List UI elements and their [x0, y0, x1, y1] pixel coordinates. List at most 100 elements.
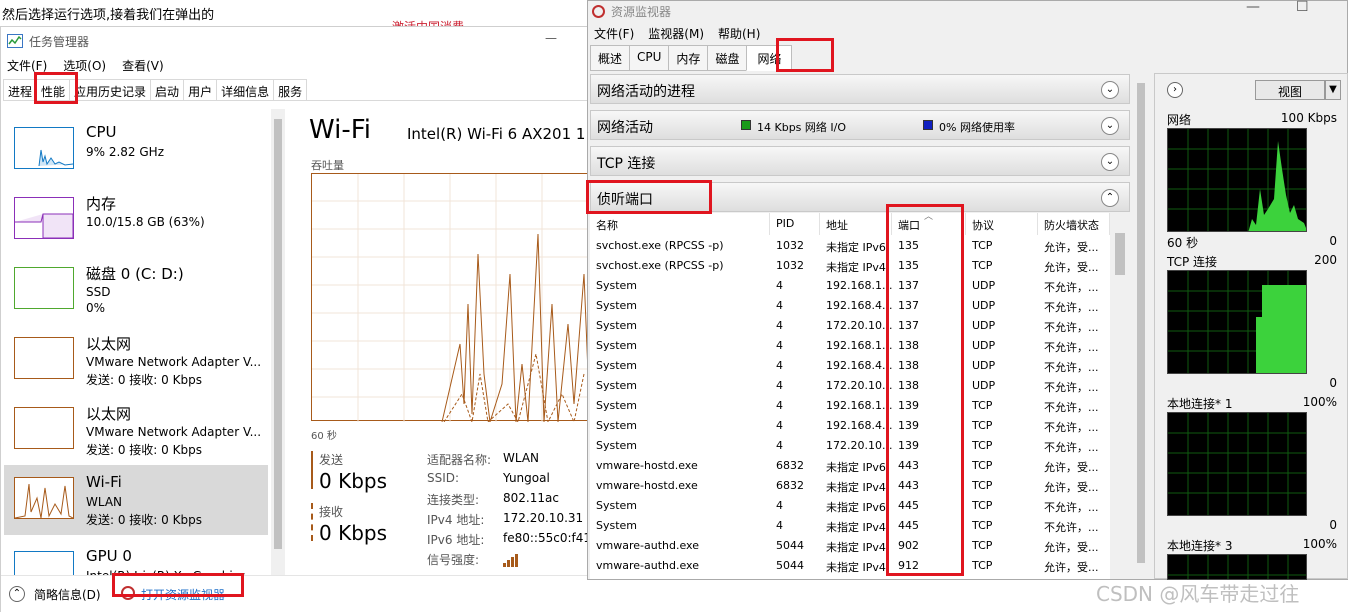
open-resource-monitor-link[interactable]: 打开资源监视器: [141, 586, 225, 603]
section-network-processes[interactable]: 网络活动的进程 ⌄: [590, 74, 1130, 104]
tab-memory[interactable]: 内存: [668, 45, 709, 71]
column-header-protocol[interactable]: 协议: [966, 213, 1038, 235]
graph-title: 本地连接* 3: [1167, 539, 1233, 553]
scrollbar-thumb[interactable]: [274, 119, 282, 549]
cell-address: 172.20.10...: [826, 319, 892, 332]
menu-monitor[interactable]: 监视器(M): [648, 25, 704, 42]
perf-item-name: GPU 0: [86, 547, 132, 565]
minimize-button[interactable]: —: [1246, 0, 1260, 15]
menu-options[interactable]: 选项(O): [63, 57, 106, 74]
tab-cpu[interactable]: CPU: [629, 45, 670, 71]
signal-strength-icon: [503, 554, 518, 567]
chevron-down-icon[interactable]: ⌄: [1101, 153, 1119, 171]
view-button[interactable]: 视图: [1255, 80, 1325, 100]
menu-file[interactable]: 文件(F): [594, 25, 634, 42]
sidebar-scrollbar[interactable]: [271, 109, 285, 589]
perf-item-cpu[interactable]: CPU 9% 2.82 GHz: [4, 115, 268, 181]
cell-address: 未指定 IPv4: [826, 541, 886, 554]
io-legend-swatch: [741, 120, 751, 130]
table-row[interactable]: System 4 192.168.4... 139 TCP 不允许，...: [590, 416, 1110, 436]
graph-panel: › 视图 ▼ 网络 100 Kbps 60 秒 0 TCP 连接 200 0 本…: [1154, 73, 1348, 580]
table-row[interactable]: svchost.exe (RPCSS -p) 1032 未指定 IPv6 135 TCP…: [590, 236, 1110, 256]
tab-details[interactable]: 详细信息: [216, 79, 275, 100]
chevron-down-icon[interactable]: ⌄: [1101, 117, 1119, 135]
tab-disk[interactable]: 磁盘: [707, 45, 748, 71]
tab-users[interactable]: 用户: [183, 79, 218, 100]
cell-protocol: TCP: [972, 459, 993, 472]
cell-address: 未指定 IPv6: [826, 501, 886, 514]
cpu-thumbnail: [14, 127, 74, 169]
table-row[interactable]: System 4 未指定 IPv4 445 TCP 不允许，...: [590, 516, 1110, 536]
table-row[interactable]: svchost.exe (RPCSS -p) 1032 未指定 IPv4 135 TCP…: [590, 256, 1110, 276]
table-row[interactable]: System 4 172.20.10... 137 UDP 不允许，...: [590, 316, 1110, 336]
tab-network[interactable]: 网络: [746, 45, 793, 71]
table-row[interactable]: System 4 未指定 IPv6 445 TCP 不允许，...: [590, 496, 1110, 516]
table-row[interactable]: vmware-authd.exe 5044 未指定 IPv4 912 TCP 允许，受..…: [590, 556, 1110, 576]
minimize-button[interactable]: —: [545, 31, 557, 45]
cell-firewall: 允许，受...: [1044, 261, 1099, 274]
maximize-button[interactable]: ☐: [1296, 0, 1309, 15]
chevron-up-icon[interactable]: ⌃: [9, 586, 25, 602]
column-header-pid[interactable]: PID: [770, 213, 820, 235]
menu-help[interactable]: 帮助(H): [718, 25, 760, 42]
menu-file[interactable]: 文件(F): [7, 57, 47, 74]
chevron-down-icon[interactable]: ⌄: [1101, 81, 1119, 99]
column-header-name[interactable]: 名称: [590, 213, 770, 235]
cell-pid: 4: [776, 319, 783, 332]
menu-view[interactable]: 查看(V): [122, 57, 164, 74]
tab-services[interactable]: 服务: [273, 79, 308, 100]
column-header-address[interactable]: 地址: [820, 213, 892, 235]
task-manager-titlebar: 任务管理器: [7, 31, 89, 51]
graph-min: 0: [1329, 376, 1337, 390]
graph-min: 0: [1329, 518, 1337, 532]
scrollbar-thumb[interactable]: [1115, 233, 1125, 275]
cell-name: System: [596, 339, 638, 352]
table-row[interactable]: System 4 192.168.4... 137 UDP 不允许，...: [590, 296, 1110, 316]
cell-address: 192.168.4...: [826, 359, 892, 372]
main-scrollbar[interactable]: [1134, 73, 1148, 579]
perf-item-disk[interactable]: 磁盘 0 (C: D:) SSD 0%: [4, 255, 268, 321]
chevron-up-icon[interactable]: ⌃: [1101, 189, 1119, 207]
table-row[interactable]: System 4 192.168.1... 139 TCP 不允许，...: [590, 396, 1110, 416]
send-indicator: [311, 451, 313, 489]
table-row[interactable]: System 4 192.168.1... 137 UDP 不允许，...: [590, 276, 1110, 296]
tab-startup[interactable]: 启动: [150, 79, 185, 100]
chevron-right-icon[interactable]: ›: [1167, 82, 1183, 98]
perf-item-wifi[interactable]: Wi-Fi WLAN 发送: 0 接收: 0 Kbps: [4, 465, 268, 535]
column-header-firewall[interactable]: 防火墙状态: [1038, 213, 1110, 235]
cell-address: 未指定 IPv6: [826, 461, 886, 474]
resource-monitor-menubar: 文件(F) 监视器(M) 帮助(H): [594, 25, 760, 42]
section-network-activity[interactable]: 网络活动 14 Kbps 网络 I/O 0% 网络使用率 ⌄: [590, 110, 1130, 140]
table-row[interactable]: System 4 172.20.10... 139 TCP 不允许，...: [590, 436, 1110, 456]
table-row[interactable]: System 4 192.168.4... 138 UDP 不允许，...: [590, 356, 1110, 376]
perf-item-memory[interactable]: 内存 10.0/15.8 GB (63%): [4, 185, 268, 251]
table-row[interactable]: vmware-authd.exe 5044 未指定 IPv4 902 TCP 允许，受..…: [590, 536, 1110, 556]
cell-pid: 5044: [776, 539, 804, 552]
graph-max: 100%: [1302, 395, 1337, 409]
perf-item-ethernet-1[interactable]: 以太网 VMware Network Adapter V... 发送: 0 接收…: [4, 325, 268, 391]
tab-processes[interactable]: 进程: [3, 79, 38, 100]
tab-overview[interactable]: 概述: [590, 45, 631, 71]
table-row[interactable]: vmware-hostd.exe 6832 未指定 IPv6 443 TCP 允许，受..…: [590, 456, 1110, 476]
cell-firewall: 不允许，...: [1044, 501, 1099, 514]
cell-port: 139: [898, 399, 919, 412]
table-row[interactable]: System 4 192.168.1... 138 UDP 不允许，...: [590, 336, 1110, 356]
table-row[interactable]: vmware-hostd.exe 6832 未指定 IPv4 443 TCP 允许，受..…: [590, 476, 1110, 496]
view-dropdown-icon[interactable]: ▼: [1325, 80, 1341, 100]
section-listening-ports[interactable]: 侦听端口 ⌃: [590, 182, 1130, 212]
cell-protocol: TCP: [972, 439, 993, 452]
tab-performance[interactable]: 性能: [36, 79, 71, 100]
section-tcp-connections[interactable]: TCP 连接 ⌄: [590, 146, 1130, 176]
prop-key: IPv6 地址:: [427, 533, 485, 547]
brief-info-button[interactable]: 简略信息(D): [34, 586, 101, 603]
table-scrollbar[interactable]: [1112, 213, 1128, 579]
time-axis-label: 60 秒: [311, 431, 337, 442]
prop-key: SSID:: [427, 471, 460, 485]
tab-app-history[interactable]: 应用历史记录: [69, 79, 152, 100]
cell-pid: 6832: [776, 479, 804, 492]
cell-name: System: [596, 299, 638, 312]
table-row[interactable]: System 4 172.20.10... 138 UDP 不允许，...: [590, 376, 1110, 396]
graph-time-label: 60 秒: [1167, 236, 1199, 250]
scrollbar-thumb[interactable]: [1137, 83, 1145, 563]
perf-item-ethernet-2[interactable]: 以太网 VMware Network Adapter V... 发送: 0 接收…: [4, 395, 268, 461]
